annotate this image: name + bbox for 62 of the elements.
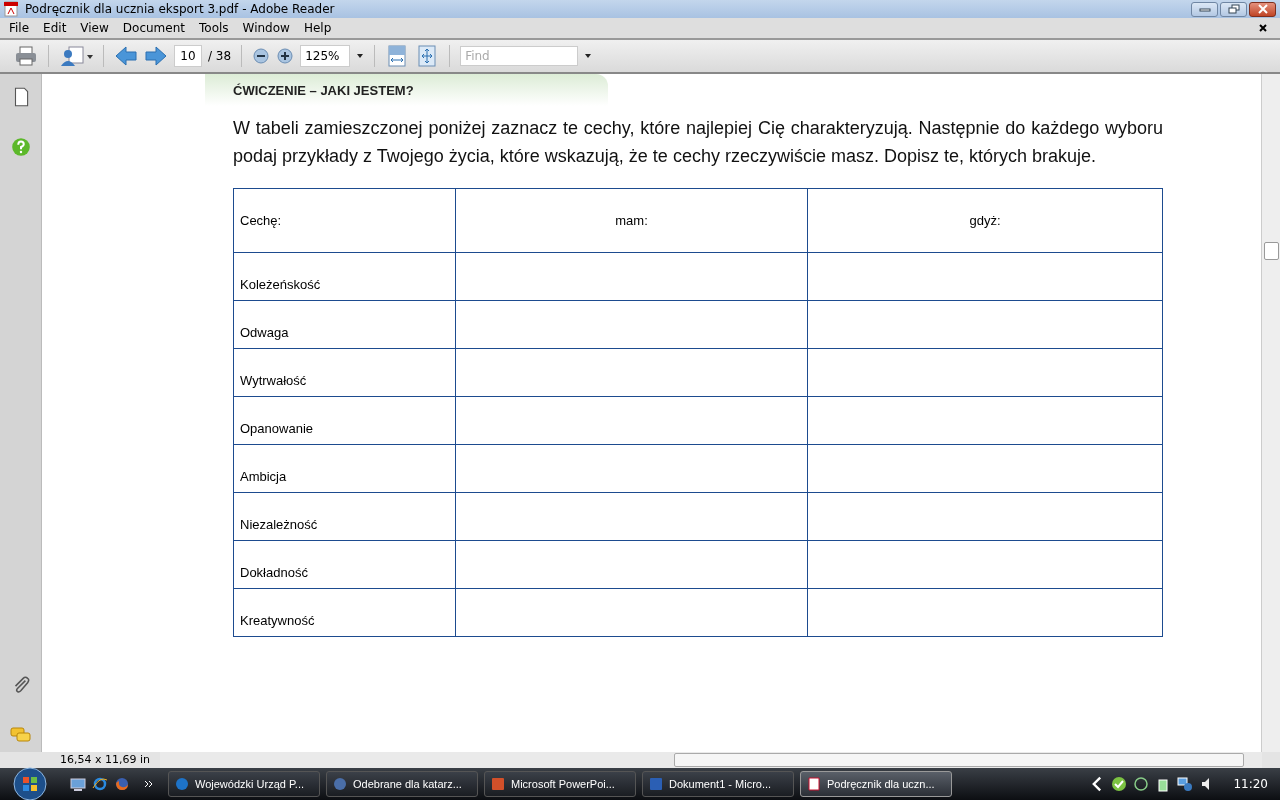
- caret-icon[interactable]: [356, 52, 365, 60]
- restore-button[interactable]: [1220, 1, 1247, 17]
- close-icon[interactable]: [1258, 23, 1268, 33]
- page-number-field[interactable]: 10: [174, 45, 202, 67]
- horizontal-scrollbar[interactable]: [160, 752, 1262, 768]
- fox-globe-icon[interactable]: [114, 776, 130, 792]
- taskbar-button[interactable]: Dokument1 - Micro...: [642, 771, 794, 797]
- network-icon[interactable]: [1177, 776, 1194, 792]
- window-title: Podręcznik dla ucznia eksport 3.pdf - Adobe Reader: [25, 2, 335, 16]
- restore-icon: [1227, 4, 1240, 14]
- page-total: / 38: [208, 49, 232, 63]
- previous-page-icon[interactable]: [114, 44, 138, 68]
- taskbar-button[interactable]: Microsoft PowerPoi...: [484, 771, 636, 797]
- check-badge-icon[interactable]: [1111, 776, 1128, 792]
- trait-cell: Kreatywność: [233, 588, 456, 637]
- menu-item[interactable]: Tools: [192, 21, 236, 35]
- trait-cell: Wytrwałość: [233, 348, 456, 397]
- column-header: mam:: [455, 188, 808, 253]
- menu-item[interactable]: Help: [296, 21, 339, 35]
- zoom-field[interactable]: 125%: [300, 45, 351, 67]
- caret-icon[interactable]: [584, 52, 593, 60]
- minimize-icon: [1198, 5, 1211, 13]
- clock: 11:20: [1233, 777, 1268, 791]
- column-header: Cechę:: [233, 188, 456, 253]
- page-size: 16,54 x 11,69 in: [59, 752, 151, 768]
- exercise-heading: ĆWICZENIE – JAKI JESTEM?: [233, 82, 414, 98]
- menu-item[interactable]: View: [73, 21, 116, 35]
- column-header: gdyż:: [807, 188, 1163, 253]
- pdf-file-icon: [3, 1, 19, 17]
- app-icon: [490, 776, 506, 792]
- trait-cell: Dokładność: [233, 540, 456, 589]
- taskbar-button[interactable]: Odebrane dla katarz...: [326, 771, 478, 797]
- menu-item[interactable]: Document: [115, 21, 192, 35]
- trait-cell: Odwaga: [233, 300, 456, 349]
- app-icon: [174, 776, 190, 792]
- start-button[interactable]: [12, 766, 48, 800]
- minimize-button[interactable]: [1191, 1, 1218, 17]
- collaborate-icon[interactable]: [59, 44, 93, 68]
- instruction-paragraph: W tabeli zamieszczonej poniżej zaznacz te cechy, które najlepiej Cię charakteryzują. Następnie do każdego wyboru podaj przykłady z Twojego życia, które wskazują, że te cechy rzeczywiście masz. Dopisz te, których brakuje.: [233, 117, 1163, 168]
- zoom-out-icon[interactable]: [252, 47, 271, 65]
- next-page-icon[interactable]: [144, 44, 168, 68]
- trait-cell: Opanowanie: [233, 396, 456, 445]
- menu-item[interactable]: Window: [235, 21, 297, 35]
- trait-cell: Koleżeńskość: [233, 252, 456, 301]
- app-icon: [806, 776, 822, 792]
- app-icon: [648, 776, 664, 792]
- more-icon[interactable]: [144, 779, 154, 789]
- menu-item[interactable]: Edit: [36, 21, 74, 35]
- trait-cell: Ambicja: [233, 444, 456, 493]
- close-icon: [1256, 4, 1269, 14]
- zoom-in-icon[interactable]: [276, 47, 295, 65]
- vertical-scrollbar[interactable]: [1261, 74, 1280, 752]
- app-icon: [332, 776, 348, 792]
- desktop-icon[interactable]: [70, 776, 86, 792]
- browser-icon[interactable]: [92, 776, 108, 792]
- trait-cell: Niezależność: [233, 492, 456, 541]
- close-button[interactable]: [1249, 1, 1276, 17]
- printer-icon[interactable]: [14, 44, 38, 68]
- taskbar-button[interactable]: Wojewódzki Urząd P...: [168, 771, 320, 797]
- find-field[interactable]: Find: [460, 46, 579, 66]
- menu-item[interactable]: File: [2, 21, 37, 35]
- taskbar-button[interactable]: Podręcznik dla uczn...: [800, 771, 952, 797]
